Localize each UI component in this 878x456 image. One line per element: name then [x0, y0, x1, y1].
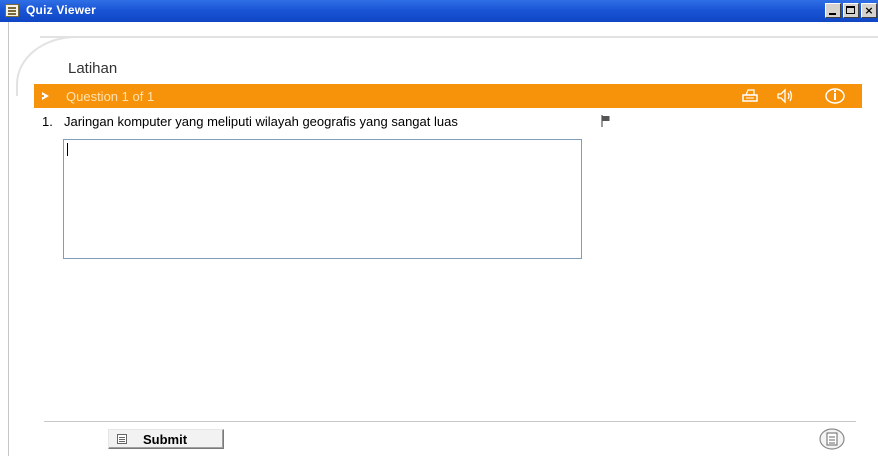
question-arrow-icon [41, 92, 49, 100]
text-cursor [67, 143, 68, 156]
answer-textarea[interactable] [63, 139, 582, 259]
frame-border [8, 22, 9, 456]
maximize-button[interactable] [843, 3, 859, 18]
question-bar: Question 1 of 1 [34, 84, 862, 108]
question-text: Jaringan komputer yang meliputi wilayah … [64, 114, 458, 129]
question-number: 1. [42, 114, 53, 129]
window-title: Quiz Viewer [26, 3, 97, 17]
footer-divider [44, 421, 856, 422]
audio-icon[interactable] [774, 86, 796, 106]
submit-label: Submit [143, 432, 188, 447]
section-title: Latihan [68, 60, 118, 77]
print-icon[interactable] [739, 86, 761, 106]
close-button[interactable]: × [861, 3, 877, 18]
minimize-button[interactable] [825, 3, 841, 18]
app-icon [5, 4, 19, 17]
header-divider [40, 36, 878, 38]
title-bar: Quiz Viewer × [0, 0, 878, 22]
question-counter: Question 1 of 1 [66, 89, 155, 104]
notes-icon[interactable] [818, 427, 846, 451]
info-icon[interactable] [824, 86, 846, 106]
submit-icon [117, 434, 127, 444]
flag-icon[interactable] [601, 115, 611, 127]
submit-button[interactable]: Submit [108, 429, 224, 449]
